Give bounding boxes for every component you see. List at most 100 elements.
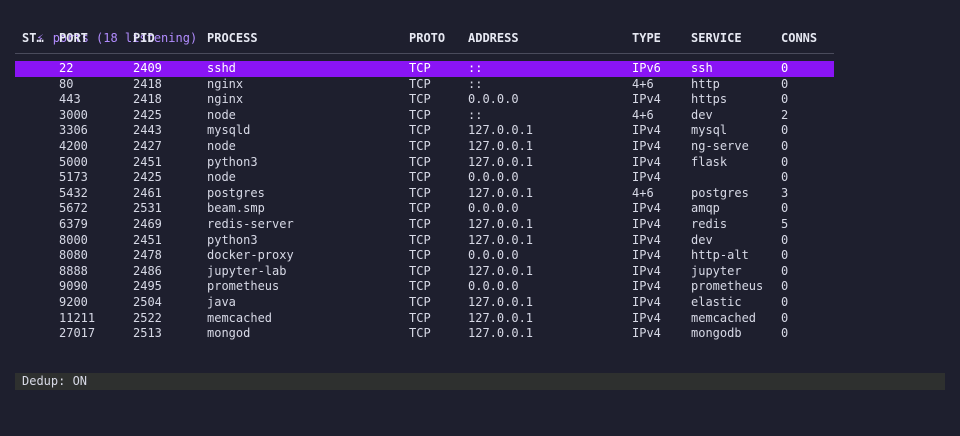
table-row[interactable]: 27017 2513 mongod TCP 127.0.0.1 IPv4 mongodb 0 [15,326,834,342]
cell-service: jupyter [691,263,742,278]
cell-pid: 2443 [133,123,162,138]
column-header-address[interactable]: ADDRESS [468,30,628,46]
column-header-state[interactable]: ST… [22,30,48,46]
cell-type: 4+6 [632,185,654,200]
cell-conns: 0 [781,310,789,325]
cell-proto: TCP [409,138,431,153]
cell-proto: TCP [409,326,431,341]
cell-port: 443 [59,92,81,107]
cell-process: java [207,294,236,309]
cell-address: 0.0.0.0 [468,201,519,216]
column-header-service[interactable]: SERVICE [691,30,776,46]
cell-service: flask [691,154,728,169]
table-row[interactable]: 5173 2425 node TCP 0.0.0.0 IPv4 0 [15,170,834,186]
cell-proto: TCP [409,201,431,216]
ports-table[interactable]: ST… PORT PID PROCESS PROTO ADDRESS TYPE … [15,30,834,340]
table-row[interactable]: 3306 2443 mysqld TCP 127.0.0.1 IPv4 mysql 0 [15,123,834,139]
cell-type: IPv4 [632,123,661,138]
cell-service: elastic [691,294,742,309]
column-header-pid[interactable]: PID [133,30,203,46]
cell-proto: TCP [409,170,431,185]
table-row[interactable]: 9090 2495 prometheus TCP 0.0.0.0 IPv4 promethe… [15,279,834,295]
cell-service: ssh [691,61,713,75]
cell-type: IPv4 [632,138,661,153]
cell-proto: TCP [409,232,431,247]
table-row[interactable]: 443 2418 nginx TCP 0.0.0.0 IPv4 https 0 [15,92,834,108]
table-row[interactable]: 3000 2425 node TCP:: 4+6 dev 2 [15,108,834,124]
cell-process: node [207,170,236,185]
table-row[interactable]: 8000 2451 python3 TCP 127.0.0.1 IPv4 dev 0 [15,233,834,249]
column-header-proto[interactable]: PROTO [409,30,464,46]
cell-type: IPv4 [632,201,661,216]
cell-pid: 2504 [133,294,162,309]
cell-proto: TCP [409,154,431,169]
cell-pid: 2427 [133,138,162,153]
cell-service: dev [691,107,713,122]
cell-service: mysql [691,123,728,138]
column-header-process[interactable]: PROCESS [207,30,402,46]
table-row[interactable]: 6379 2469 redis-server TCP 127.0.0.1 IPv4 redi… [15,217,834,233]
cell-address: 127.0.0.1 [468,263,534,278]
cell-address: 127.0.0.1 [468,326,534,341]
cell-service: memcached [691,310,757,325]
cell-conns: 0 [781,123,789,138]
cell-type: IPv4 [632,310,661,325]
cell-conns: 3 [781,185,789,200]
table-row[interactable]: 80 2418 nginx TCP:: 4+6 http 0 [15,77,834,93]
table-row[interactable]: 4200 2427 node TCP 127.0.0.1 IPv4 ng-serve 0 [15,139,834,155]
cell-type: IPv4 [632,326,661,341]
cell-type: IPv4 [632,92,661,107]
cell-proto: TCP [409,92,431,107]
cell-conns: 0 [781,170,789,185]
cell-port: 80 [59,76,74,91]
cell-proto: TCP [409,279,431,294]
cell-proto: TCP [409,310,431,325]
cell-process: mysqld [207,123,251,138]
cell-conns: 2 [781,107,789,122]
table-row[interactable]: 9200 2504 java TCP 127.0.0.1 IPv4 elastic 0 [15,295,834,311]
cell-process: node [207,107,236,122]
table-row[interactable]: 5672 2531 beam.smp TCP 0.0.0.0 IPv4 amqp 0 [15,201,834,217]
column-header-type[interactable]: TYPE [632,30,687,46]
cell-address: 0.0.0.0 [468,170,519,185]
table-row[interactable]: 5432 2461 postgres TCP 127.0.0.1 4+6 postgres 3 [15,186,834,202]
column-header-port[interactable]: PORT [59,30,129,46]
cell-address: :: [468,76,483,91]
cell-pid: 2478 [133,248,162,263]
cell-service: mongodb [691,326,742,341]
table-row[interactable]: 22 2409 sshd TCP:: IPv6 ssh 0 [15,61,834,77]
cell-port: 9090 [59,279,88,294]
cell-process: mongod [207,326,251,341]
column-header-conns[interactable]: CONNS [781,30,831,46]
cell-address: 127.0.0.1 [468,310,534,325]
table-row[interactable]: 8080 2478 docker-proxy TCP 0.0.0.0 IPv4 http-a… [15,248,834,264]
cell-type: IPv4 [632,154,661,169]
cell-pid: 2522 [133,310,162,325]
cell-type: 4+6 [632,107,654,122]
table-header: ST… PORT PID PROCESS PROTO ADDRESS TYPE … [15,30,834,46]
cell-conns: 0 [781,154,789,169]
cell-service: prometheus [691,279,764,294]
cell-proto: TCP [409,185,431,200]
cell-port: 22 [59,61,74,75]
table-row[interactable]: 8888 2486 jupyter-lab TCP 127.0.0.1 IPv4 jupyt… [15,264,834,280]
cell-type: IPv4 [632,248,661,263]
cell-proto: TCP [409,123,431,138]
cell-pid: 2418 [133,76,162,91]
cell-port: 4200 [59,138,88,153]
cell-conns: 0 [781,76,789,91]
cell-process: docker-proxy [207,248,294,263]
cell-process: beam.smp [207,201,265,216]
cell-service: ng-serve [691,138,749,153]
cell-service: http [691,76,720,91]
cell-type: IPv6 [632,61,661,75]
table-row[interactable]: 11211 2522 memcached TCP 127.0.0.1 IPv4 memcac… [15,311,834,327]
cell-proto: TCP [409,248,431,263]
cell-pid: 2425 [133,107,162,122]
table-row[interactable]: 5000 2451 python3 TCP 127.0.0.1 IPv4 flask 0 [15,155,834,171]
cell-proto: TCP [409,263,431,278]
panel-title: ⚡ ports (18 listening) [22,14,197,45]
cell-port: 5672 [59,201,88,216]
cell-process: python3 [207,232,258,247]
cell-port: 9200 [59,294,88,309]
